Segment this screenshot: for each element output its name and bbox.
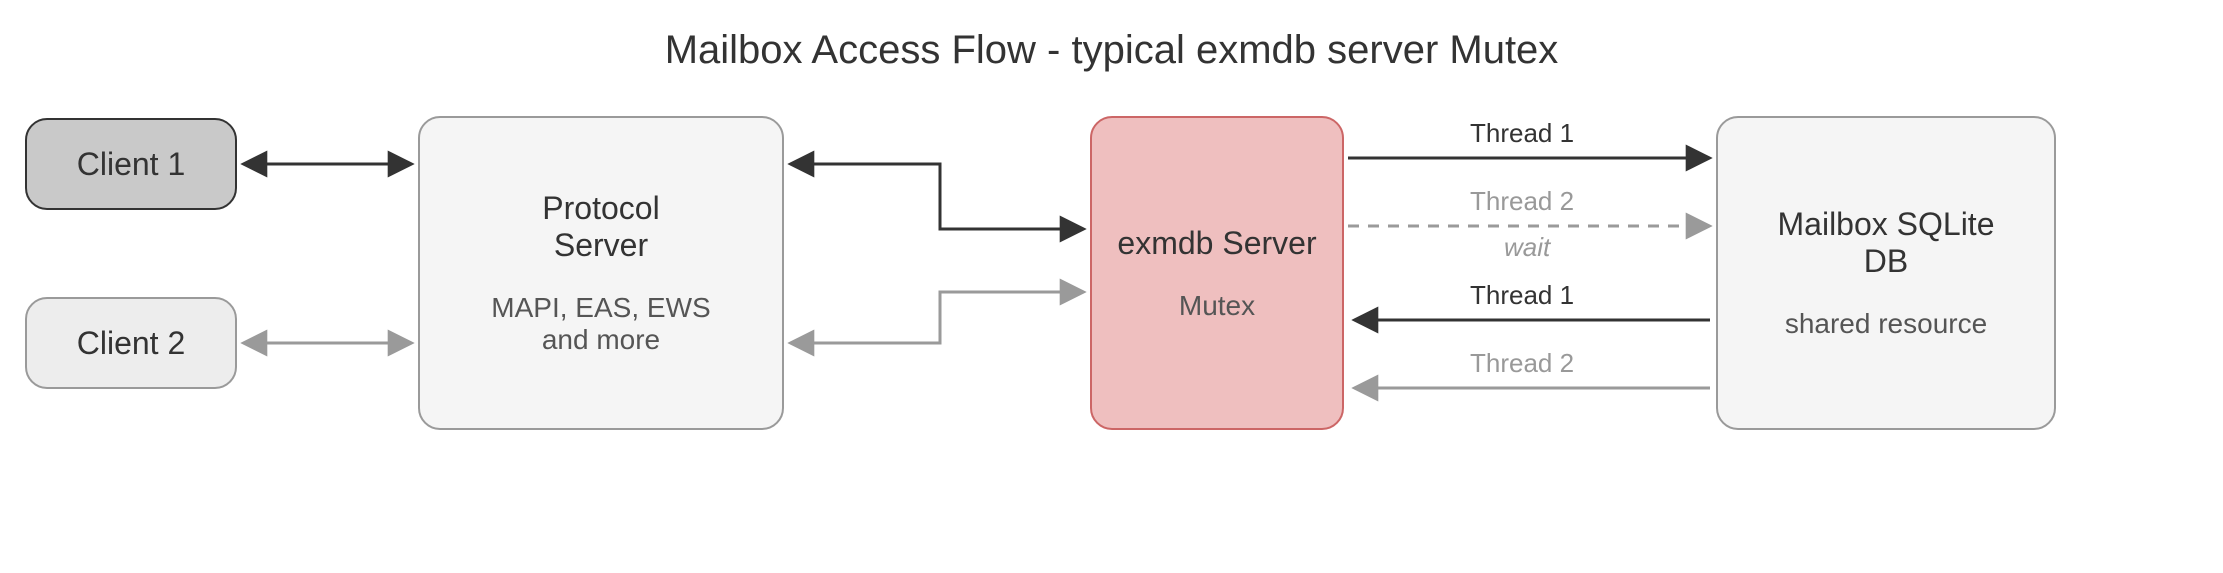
node-mailbox-db: Mailbox SQLite DB shared resource — [1716, 116, 2056, 430]
node-client-1: Client 1 — [25, 118, 237, 210]
edge-label-thread2-ret: Thread 2 — [1470, 348, 1574, 379]
node-exmdb-title: exmdb Server — [1117, 225, 1316, 262]
node-protocol-title: Protocol Server — [491, 190, 711, 264]
node-mailbox-subtitle: shared resource — [1785, 308, 1987, 340]
node-mailbox-title: Mailbox SQLite DB — [1756, 206, 2016, 280]
edge-label-thread2-out: Thread 2 — [1470, 186, 1574, 217]
node-protocol-subtitle: MAPI, EAS, EWS and more — [471, 292, 731, 356]
diagram-title: Mailbox Access Flow - typical exmdb serv… — [0, 28, 2223, 73]
edge-protocol-exmdb-top — [790, 164, 1084, 229]
node-protocol-server: Protocol Server MAPI, EAS, EWS and more — [418, 116, 784, 430]
node-client-1-label: Client 1 — [77, 146, 186, 183]
node-client-2: Client 2 — [25, 297, 237, 389]
node-exmdb-subtitle: Mutex — [1179, 290, 1255, 322]
node-client-2-label: Client 2 — [77, 325, 186, 362]
edge-label-thread1-out: Thread 1 — [1470, 118, 1574, 149]
edge-protocol-exmdb-bottom — [790, 292, 1084, 343]
diagram-canvas: Mailbox Access Flow - typical exmdb serv… — [0, 0, 2223, 573]
edge-label-thread1-ret: Thread 1 — [1470, 280, 1574, 311]
node-exmdb-server: exmdb Server Mutex — [1090, 116, 1344, 430]
edge-label-wait: wait — [1504, 232, 1550, 263]
